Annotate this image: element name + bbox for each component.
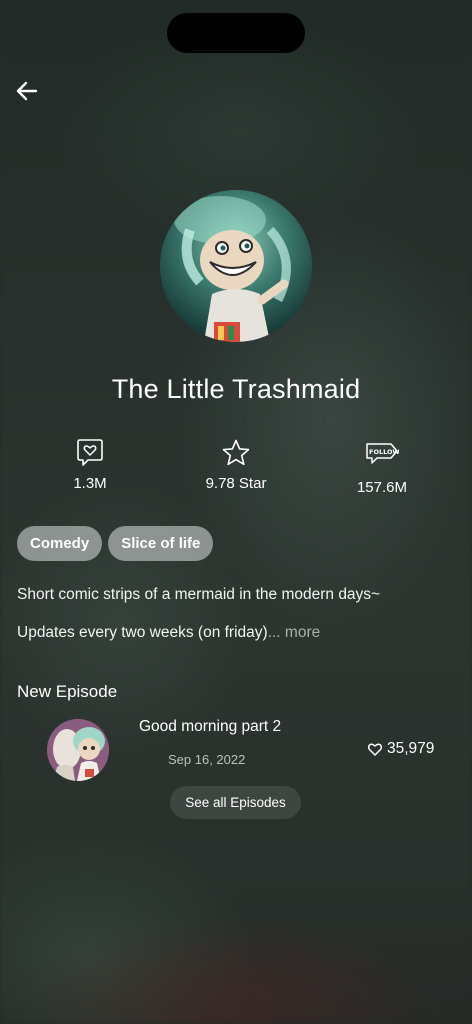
- genre-tags: Comedy Slice of life: [17, 526, 214, 561]
- series-cover-art: [160, 190, 312, 342]
- series-cover-image: [160, 190, 312, 342]
- more-link[interactable]: ... more: [268, 624, 321, 641]
- heart-outline-icon: [368, 743, 382, 756]
- description-line-2: Updates every two weeks (on friday)... m…: [17, 624, 457, 642]
- see-all-episodes-button[interactable]: See all Episodes: [170, 786, 301, 819]
- series-title: The Little Trashmaid: [111, 374, 361, 404]
- likes-count: 1.3M: [73, 475, 107, 492]
- arrow-left-icon: [16, 81, 38, 101]
- episode-row[interactable]: Good morning part 2 Sep 16, 2022 35,979: [0, 712, 472, 784]
- rating-value: 9.78 Star: [205, 475, 267, 492]
- backdrop-scrim: [0, 0, 472, 1024]
- follow-tag-icon: FOLLOW: [366, 443, 399, 464]
- episode-thumbnail: [47, 719, 109, 781]
- episode-thumbnail-image: [47, 719, 109, 781]
- follow-icon-text: FOLLOW: [369, 448, 399, 456]
- tag-slice-of-life[interactable]: Slice of life: [108, 526, 214, 561]
- new-episode-heading: New Episode: [17, 682, 118, 701]
- star-icon: [222, 439, 250, 466]
- followers-count: 157.6M: [356, 479, 408, 496]
- description-text: Updates every two weeks (on friday): [17, 624, 268, 641]
- description-line-1: Short comic strips of a mermaid in the m…: [17, 586, 381, 603]
- tag-comedy[interactable]: Comedy: [17, 526, 103, 561]
- followers-stat: FOLLOW 157.6M: [322, 436, 442, 496]
- episode-likes: 35,979: [368, 740, 434, 758]
- rating-stat: 9.78 Star: [176, 436, 296, 492]
- likes-stat: 1.3M: [30, 436, 150, 492]
- episode-date: Sep 16, 2022: [168, 752, 246, 767]
- dynamic-island: [167, 13, 305, 53]
- episode-likes-count: 35,979: [387, 740, 435, 757]
- back-button[interactable]: [12, 76, 42, 106]
- heart-bubble-icon: [77, 439, 103, 466]
- episode-title: Good morning part 2: [139, 718, 282, 735]
